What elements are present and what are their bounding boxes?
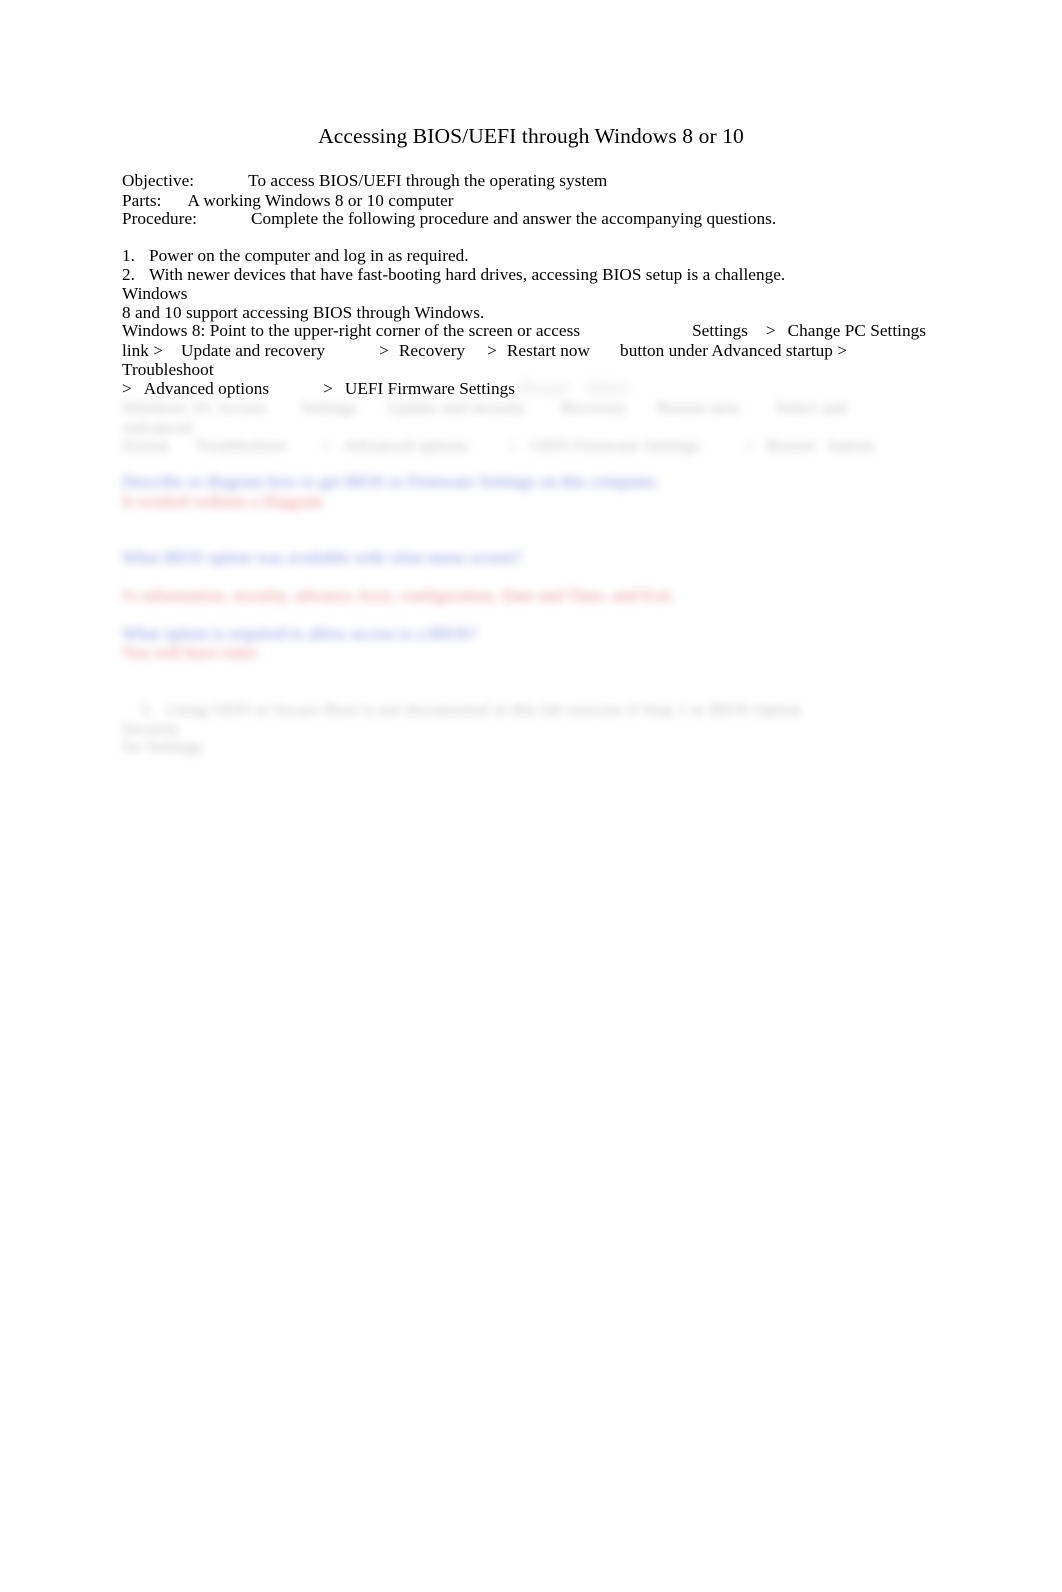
redacted-step-3: 3. Using UEFI or Secure Boot is not docu…	[140, 700, 802, 719]
chevron-right-5: >	[323, 379, 333, 398]
redacted-gray-line-1: Restart Select	[520, 378, 629, 397]
redacted-answer-1: It worked without a Diagram	[122, 492, 323, 511]
update-and-recovery-crumb: Update and recovery	[181, 341, 326, 360]
redacted-gray-line-2: Windows 10: Access Settings Update and s…	[122, 398, 847, 417]
redacted-answer-3: You will have enter	[122, 643, 258, 662]
document-page: Accessing BIOS/UEFI through Windows 8 or…	[0, 0, 1062, 1592]
restart-now-crumb: Restart now	[506, 341, 591, 360]
parts-value: A working Windows 8 or 10 computer	[187, 191, 454, 210]
recovery-crumb: Recovery	[398, 341, 466, 360]
redacted-question-2: What BIOS option was available with what…	[122, 548, 522, 567]
parts-row: Parts: A working Windows 8 or 10 computer	[122, 191, 454, 211]
chevron-right-2: >	[379, 341, 389, 360]
procedure-label: Procedure:	[122, 209, 197, 228]
procedure-value: Complete the following procedure and ans…	[250, 209, 777, 228]
parts-label: Parts:	[122, 191, 162, 210]
step-1-text: Power on the computer and log in as requ…	[149, 246, 469, 265]
link-crumb: link >	[122, 341, 164, 360]
settings-crumb: Settings	[692, 321, 748, 340]
redacted-answer-2: I's information, security, advance, boot…	[122, 586, 675, 605]
advanced-options-crumb: Advanced options	[143, 379, 270, 398]
redacted-step-3-cont-2: for Settings	[122, 737, 203, 756]
redacted-step-3-cont-1: Security	[122, 719, 180, 738]
step-2: 2. With newer devices that have fast-boot…	[122, 265, 785, 285]
body-line-uefi-path: > Advanced options > UEFI Firmware Settings	[122, 379, 515, 399]
uefi-firmware-settings-crumb: UEFI Firmware Settings	[344, 379, 515, 398]
objective-label: Objective:	[122, 171, 195, 190]
body-line-windows: Windows	[122, 284, 188, 303]
step-2-text: With newer devices that have fast-bootin…	[149, 265, 786, 284]
chevron-right-1: >	[765, 321, 776, 340]
chevron-right-3: >	[487, 341, 497, 360]
chevron-right-4: >	[122, 379, 132, 398]
body-line-windows8-path: Windows 8: Point to the upper-right corn…	[122, 321, 926, 341]
redacted-question-3: What option is required to allow access …	[122, 624, 477, 643]
body-line-support: 8 and 10 support accessing BIOS through …	[122, 303, 485, 322]
redacted-gray-line-4: Screen Troubleshoot > Advanced options >…	[122, 436, 878, 455]
windows8-intro: Windows 8: Point to the upper-right corn…	[122, 321, 581, 340]
redacted-gray-line-3: Advanced	[122, 418, 193, 437]
step-2-number: 2.	[122, 265, 135, 284]
procedure-row: Procedure: Complete the following procedu…	[122, 209, 776, 229]
advanced-startup-text: button under Advanced startup >	[620, 341, 848, 360]
page-title: Accessing BIOS/UEFI through Windows 8 or…	[318, 124, 744, 148]
body-line-recovery-path: link > Update and recovery > Recovery > Resta…	[122, 341, 847, 361]
body-line-troubleshoot: Troubleshoot	[122, 360, 214, 379]
step-1: 1. Power on the computer and log in as re…	[122, 246, 469, 266]
objective-row: Objective: To access BIOS/UEFI through th…	[122, 171, 607, 191]
redacted-question-1: Describe or diagram how to get BIOS or F…	[122, 472, 659, 491]
step-1-number: 1.	[122, 246, 135, 265]
objective-value: To access BIOS/UEFI through the operatin…	[248, 171, 608, 190]
change-pc-settings-crumb: Change PC Settings	[787, 321, 927, 340]
